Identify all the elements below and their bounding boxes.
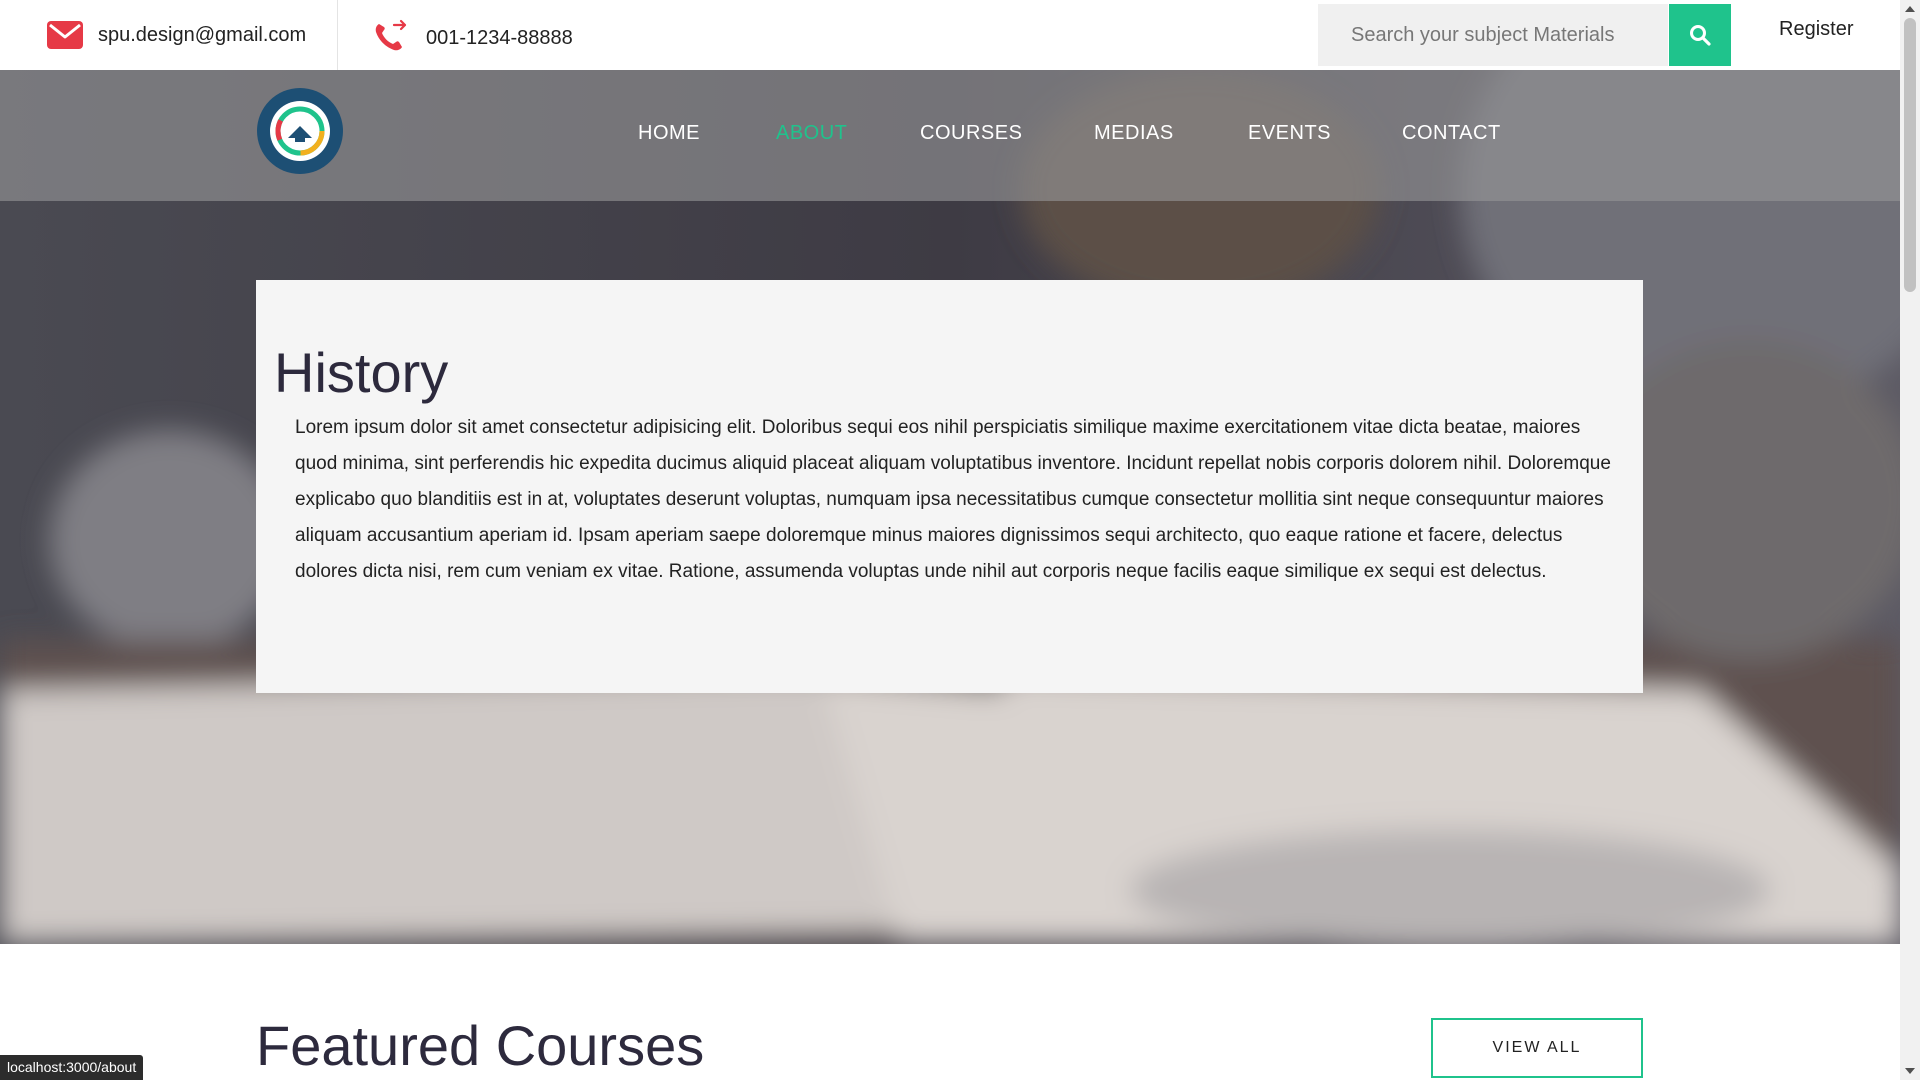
main-navbar: HOME ABOUT COURSES MEDIAS EVENTS CONTACT: [0, 70, 1900, 201]
history-title: History: [274, 341, 449, 404]
scroll-up-arrow-icon[interactable]: [1900, 0, 1920, 18]
nav-medias[interactable]: MEDIAS: [1094, 122, 1174, 145]
scroll-thumb[interactable]: [1904, 18, 1916, 292]
phone-icon: [375, 19, 407, 51]
contact-email: spu.design@gmail.com: [46, 0, 306, 70]
divider: [337, 0, 338, 70]
search-input[interactable]: [1318, 4, 1668, 66]
history-card: History Lorem ipsum dolor sit amet conse…: [256, 280, 1643, 693]
register-link[interactable]: Register: [1779, 18, 1853, 41]
phone-text: 001-1234-88888: [426, 26, 573, 49]
search-button[interactable]: [1669, 4, 1731, 66]
featured-courses-title: Featured Courses: [256, 1014, 705, 1077]
view-all-button[interactable]: VIEW ALL: [1431, 1018, 1643, 1078]
email-text: spu.design@gmail.com: [98, 23, 307, 46]
mail-icon: [47, 21, 83, 49]
history-body: Lorem ipsum dolor sit amet consectetur a…: [295, 417, 1611, 582]
page-scrollbar[interactable]: [1900, 0, 1920, 1080]
nav-about[interactable]: ABOUT: [776, 122, 847, 145]
scroll-down-arrow-icon[interactable]: [1900, 1062, 1920, 1080]
nav-courses[interactable]: COURSES: [920, 122, 1022, 145]
nav-home[interactable]: HOME: [638, 122, 700, 145]
top-bar: spu.design@gmail.com 001-1234-88888 Regi…: [0, 0, 1900, 70]
search-box: [1318, 4, 1668, 66]
contact-phone: 001-1234-88888: [372, 0, 573, 70]
college-logo[interactable]: [255, 86, 345, 176]
browser-status-url: localhost:3000/about: [0, 1055, 144, 1080]
hero-section: HOME ABOUT COURSES MEDIAS EVENTS CONTACT…: [0, 70, 1900, 944]
nav-events[interactable]: EVENTS: [1248, 122, 1331, 145]
nav-contact[interactable]: CONTACT: [1402, 122, 1501, 145]
search-icon: [1690, 25, 1711, 46]
